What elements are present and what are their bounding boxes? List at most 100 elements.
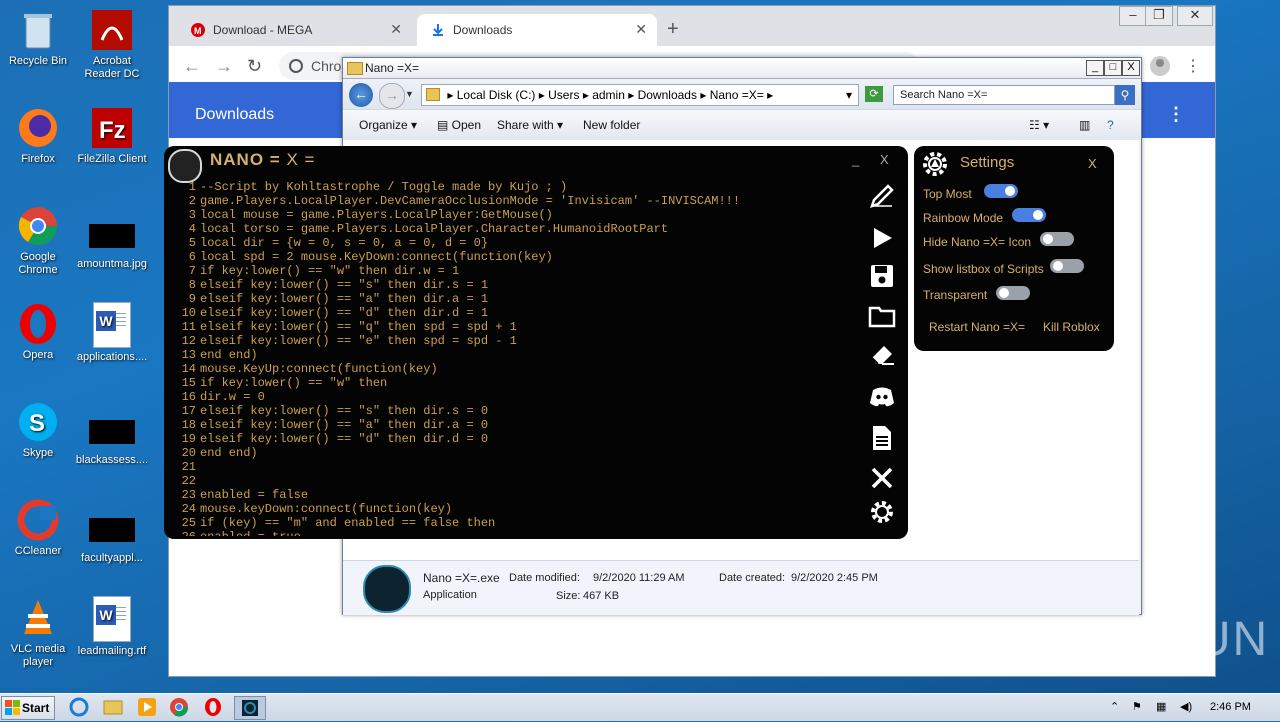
view-options-icon[interactable]: ☷ ▾ [1029,118,1049,132]
volume-icon[interactable]: ◀) [1180,700,1192,713]
toggle-transparent[interactable] [996,286,1030,300]
desktop-icon-chrome[interactable]: Google Chrome [0,204,76,277]
desktop-icon-skype[interactable]: S Skype [0,400,76,460]
close-tab-icon[interactable]: ✕ [390,21,402,38]
script-hub-button[interactable] [868,424,898,454]
breadcrumb-item[interactable]: Users [548,88,579,102]
code-line[interactable]: 20 end end) [168,446,858,460]
taskbar-chrome[interactable] [168,696,194,718]
clock-time[interactable]: 2:46 PM [1210,701,1251,713]
taskbar-nano[interactable] [234,696,266,720]
execute-button[interactable] [868,224,898,254]
desktop-icon-leadmailing[interactable]: leadmailing.rtf [74,596,150,658]
search-icon[interactable]: ⚲ [1115,85,1135,105]
code-line[interactable]: 19 elseif key:lower() == "d" then dir.d =… [168,432,858,446]
code-line[interactable]: 6 local spd = 2 mouse.KeyDown:connect(fun… [168,250,858,264]
toggle-hide-icon[interactable] [1040,232,1074,246]
help-icon[interactable]: ? [1107,118,1114,132]
code-line[interactable]: 25 if (key) == "m" and enabled == false t… [168,516,858,530]
refresh-icon[interactable]: ⟳ [865,86,883,102]
share-with-menu[interactable]: Share with ▾ [497,118,563,132]
code-line[interactable]: 14 mouse.KeyUp:connect(function(key) [168,362,858,376]
script-editor[interactable]: 1 --Script by Kohltastrophe / Toggle made… [168,180,858,536]
profile-avatar-icon[interactable] [1149,55,1171,77]
back-icon[interactable]: ← [183,56,201,77]
taskbar-opera[interactable] [202,696,228,718]
open-button[interactable]: ▤ Open [437,118,481,132]
code-line[interactable]: 4 local torso = game.Players.LocalPlayer.… [168,222,858,236]
site-info-icon[interactable] [289,59,303,73]
start-button[interactable]: Start [1,696,55,720]
breadcrumb-item[interactable]: Nano =X= [710,88,764,102]
code-line[interactable]: 24 mouse.keyDown:connect(function(key) [168,502,858,516]
code-line[interactable]: 13 end end) [168,348,858,362]
recent-pages-icon[interactable]: ▼ [405,89,414,99]
edit-button[interactable] [868,182,898,212]
desktop-icon-vlc[interactable]: VLC media player [0,596,76,669]
kill-roblox-button[interactable]: Kill Roblox [1043,320,1100,334]
search-input[interactable]: Search Nano =X= [893,85,1115,105]
code-line[interactable]: 10 elseif key:lower() == "d" then dir.d =… [168,306,858,320]
desktop-icon-opera[interactable]: Opera [0,302,76,362]
code-line[interactable]: 26enabled = true [168,530,858,536]
close-window-icon[interactable]: ✕ [1177,6,1213,26]
maximize-icon[interactable]: ❐ [1145,6,1173,26]
action-center-flag-icon[interactable]: ⚑ [1132,700,1142,713]
close-icon[interactable]: X [880,152,889,167]
minimize-icon[interactable]: _ [1086,60,1104,76]
code-line[interactable]: 18 elseif key:lower() == "a" then dir.a =… [168,418,858,432]
more-options-icon[interactable]: ⋮ [1167,104,1185,125]
desktop-icon-filezilla[interactable]: Fz FileZilla Client [74,106,150,166]
code-line[interactable]: 21 [168,460,858,474]
taskbar-ie[interactable] [68,696,94,718]
desktop-icon-ccleaner[interactable]: CCleaner [0,498,76,558]
close-icon[interactable]: X [1088,156,1097,171]
save-button[interactable] [868,262,898,292]
desktop-icon-applications[interactable]: applications.... [74,302,150,364]
close-icon[interactable]: X [1122,60,1140,76]
code-line[interactable]: 5 local dir = {w = 0, s = 0, a = 0, d = 0… [168,236,858,250]
toggle-show-listbox[interactable] [1050,259,1084,273]
breadcrumb-item[interactable]: Local Disk (C:) [457,88,536,102]
code-line[interactable]: 1 --Script by Kohltastrophe / Toggle made… [168,180,858,194]
desktop-icon-blackassess[interactable]: blackassess.... [74,410,150,467]
code-line[interactable]: 2 game.Players.LocalPlayer.DevCameraOcclu… [168,194,858,208]
menu-icon[interactable]: ⋮ [1185,56,1201,76]
open-file-button[interactable] [868,302,898,332]
minimize-icon[interactable]: _ [852,152,859,167]
code-line[interactable]: 8 elseif key:lower() == "s" then dir.s = … [168,278,858,292]
code-line[interactable]: 23 enabled = false [168,488,858,502]
breadcrumb[interactable]: ▸ Local Disk (C:) ▸ Users ▸ admin ▸ Down… [421,84,859,106]
tab-downloads[interactable]: Downloads ✕ [417,14,657,46]
network-icon[interactable]: ▦ [1156,700,1166,713]
new-folder-button[interactable]: New folder [583,118,640,132]
breadcrumb-item[interactable]: admin [592,88,625,102]
desktop-icon-facultyappl[interactable]: facultyappl... [74,508,150,565]
breadcrumb-item[interactable]: Downloads [638,88,697,102]
code-line[interactable]: 15 if key:lower() == "w" then [168,376,858,390]
forward-icon[interactable]: → [379,83,405,109]
code-line[interactable]: 9 elseif key:lower() == "a" then dir.a = … [168,292,858,306]
taskbar-media[interactable] [136,696,162,718]
reload-icon[interactable]: ↻ [247,56,262,77]
desktop-icon-firefox[interactable]: Firefox [0,106,76,166]
discord-button[interactable] [868,382,898,412]
maximize-icon[interactable]: □ [1104,60,1122,76]
toggle-rainbow-mode[interactable] [1012,208,1046,222]
tools-button[interactable] [868,464,898,494]
dropdown-icon[interactable]: ▾ [846,88,852,102]
code-line[interactable]: 3 local mouse = game.Players.LocalPlayer:… [168,208,858,222]
code-line[interactable]: 16 dir.w = 0 [168,390,858,404]
tab-mega[interactable]: M Download - MEGA ✕ [177,14,412,46]
minimize-icon[interactable]: – [1119,6,1147,26]
code-line[interactable]: 11 elseif key:lower() == "q" then spd = s… [168,320,858,334]
show-hidden-icons-icon[interactable]: ⌃ [1110,700,1119,713]
code-line[interactable]: 22 [168,474,858,488]
organize-menu[interactable]: Organize ▾ [359,118,417,132]
forward-icon[interactable]: → [215,56,233,77]
clear-button[interactable] [868,340,898,370]
code-line[interactable]: 12 elseif key:lower() == "e" then spd = s… [168,334,858,348]
back-icon[interactable]: ← [349,83,373,107]
settings-button[interactable] [868,498,898,528]
desktop-icon-recycle-bin[interactable]: Recycle Bin [0,8,76,68]
